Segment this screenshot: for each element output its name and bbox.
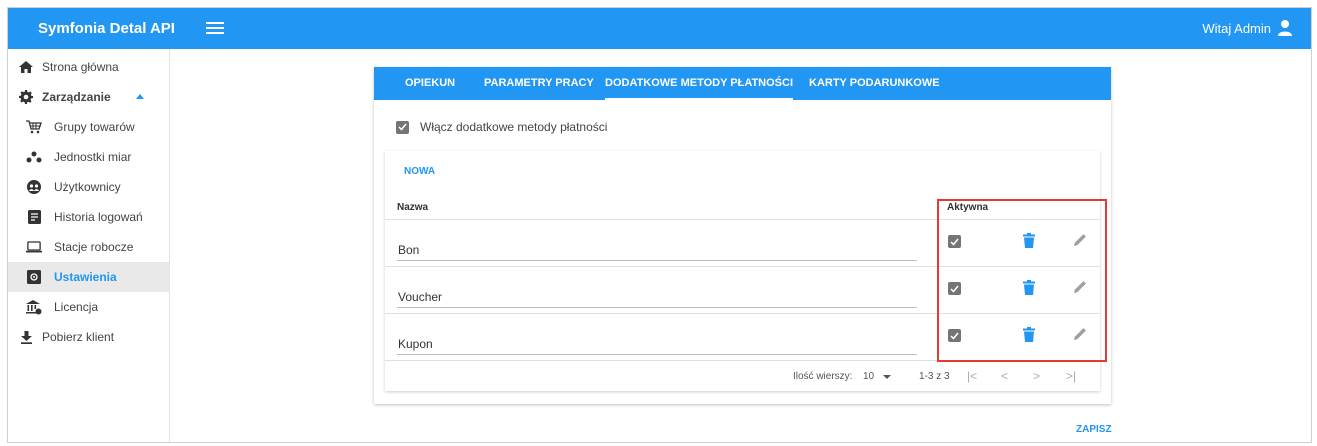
- table-pagination: Ilość wierszy: 10 1-3 z 3 |< < > >|: [385, 361, 1100, 391]
- name-field[interactable]: Bon: [397, 242, 917, 261]
- sidebar-item-label: Jednostki miar: [54, 150, 132, 164]
- user-greeting[interactable]: Witaj Admin: [1202, 21, 1271, 36]
- sidebar-item-product-groups[interactable]: Grupy towarów: [8, 112, 169, 142]
- dots-icon: [26, 149, 42, 165]
- sidebar-item-label: Stacje robocze: [54, 240, 134, 254]
- laptop-icon: [26, 239, 42, 255]
- gear-icon: [18, 89, 34, 105]
- prev-page-icon[interactable]: <: [1001, 369, 1008, 383]
- user-icon[interactable]: [1277, 19, 1293, 37]
- app-window: Symfonia Detal API Witaj Admin Strona gł…: [7, 7, 1312, 443]
- sidebar-item-download-client[interactable]: Pobierz klient: [8, 322, 169, 352]
- first-page-icon[interactable]: |<: [967, 369, 977, 383]
- sidebar-item-label: Grupy towarów: [54, 120, 135, 134]
- history-log-icon: [26, 209, 42, 225]
- checkbox-checked-icon[interactable]: [396, 120, 409, 134]
- app-title[interactable]: Symfonia Detal API: [38, 20, 175, 37]
- hamburger-menu-icon[interactable]: [206, 19, 224, 37]
- save-button[interactable]: ZAPISZ: [1076, 424, 1112, 435]
- license-icon: [26, 299, 42, 315]
- cart-icon: [26, 119, 42, 135]
- enable-payment-methods-label: Włącz dodatkowe metody płatności: [420, 120, 608, 134]
- highlight-box: [937, 199, 1107, 362]
- sidebar-item-users[interactable]: Użytkownicy: [8, 172, 169, 202]
- sidebar-item-label: Strona główna: [42, 60, 119, 74]
- sidebar-item-workstations[interactable]: Stacje robocze: [8, 232, 169, 262]
- sidebar-item-login-history[interactable]: Historia logowań: [8, 202, 169, 232]
- name-field[interactable]: Voucher: [397, 289, 917, 308]
- sidebar-item-management[interactable]: Zarządzanie: [8, 82, 169, 112]
- chevron-down-icon[interactable]: [883, 375, 891, 379]
- sidebar-item-label: Użytkownicy: [54, 180, 121, 194]
- pagination-range: 1-3 z 3: [919, 371, 950, 382]
- sidebar-item-label: Ustawienia: [54, 270, 117, 284]
- tab-additional-payment-methods[interactable]: DODATKOWE METODY PŁATNOŚCI: [605, 67, 794, 100]
- column-header-name[interactable]: Nazwa: [397, 202, 428, 213]
- sidebar-item-label: Pobierz klient: [42, 330, 115, 344]
- sidebar-item-settings[interactable]: Ustawienia: [8, 262, 169, 292]
- tab-bar: OPIEKUN PARAMETRY PRACY DODATKOWE METODY…: [374, 67, 1111, 100]
- tab-gift-cards[interactable]: KARTY PODARUNKOWE: [809, 67, 940, 100]
- sidebar: Strona główna Zarządzanie Grupy towarów …: [8, 49, 170, 442]
- users-icon: [26, 179, 42, 195]
- rows-per-page-label: Ilość wierszy:: [793, 371, 853, 382]
- sidebar-item-label: Licencja: [54, 300, 99, 314]
- new-button[interactable]: NOWA: [404, 166, 435, 177]
- sidebar-item-home[interactable]: Strona główna: [8, 52, 169, 82]
- settings-box-icon: [26, 269, 42, 285]
- enable-payment-methods-checkbox[interactable]: Włącz dodatkowe metody płatności: [396, 120, 607, 134]
- chevron-up-icon[interactable]: [136, 94, 144, 99]
- tab-caretaker[interactable]: OPIEKUN: [405, 67, 455, 100]
- home-icon: [18, 59, 34, 75]
- sidebar-item-units[interactable]: Jednostki miar: [8, 142, 169, 172]
- name-field[interactable]: Kupon: [397, 336, 917, 355]
- sidebar-item-label: Zarządzanie: [42, 90, 111, 104]
- next-page-icon[interactable]: >: [1033, 369, 1040, 383]
- sidebar-item-label: Historia logowań: [54, 210, 143, 224]
- last-page-icon[interactable]: >|: [1066, 369, 1076, 383]
- rows-per-page-select[interactable]: 10: [863, 371, 874, 382]
- tab-work-parameters[interactable]: PARAMETRY PRACY: [484, 67, 594, 100]
- download-icon: [18, 329, 34, 345]
- sidebar-item-license[interactable]: Licencja: [8, 292, 169, 322]
- top-app-bar: Symfonia Detal API Witaj Admin: [8, 8, 1311, 49]
